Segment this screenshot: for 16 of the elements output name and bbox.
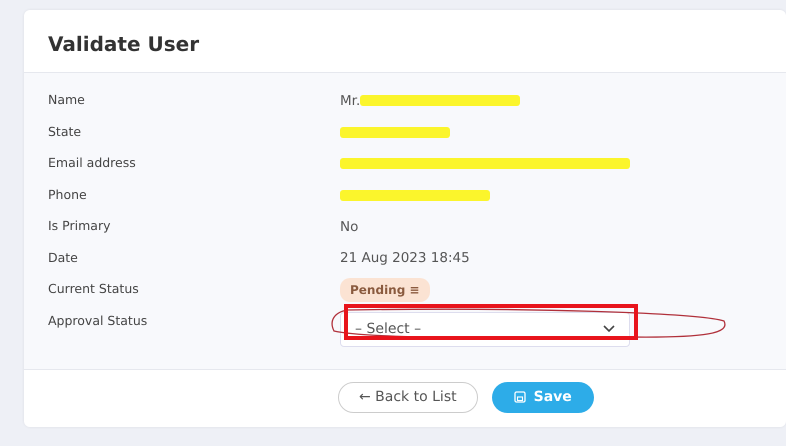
field-label: Approval Status xyxy=(48,312,148,330)
field-label: Is Primary xyxy=(48,217,112,236)
field-label: Current Status xyxy=(48,280,140,298)
field-label: State xyxy=(48,122,82,141)
back-button[interactable]: ← Back to List xyxy=(338,382,478,412)
status-badge: Pending ≡ xyxy=(340,278,430,302)
chevron-icon xyxy=(603,325,615,333)
save-icon xyxy=(514,391,526,403)
field-value: No xyxy=(340,218,358,237)
field-label: Phone xyxy=(48,186,88,204)
field-label: Email address xyxy=(48,154,137,172)
field-value: Mr. xyxy=(340,92,360,111)
field-label: Name xyxy=(48,91,86,110)
field-label: Date xyxy=(48,248,79,267)
card-title: Validate User xyxy=(48,32,200,56)
field-value: 21 Aug 2023 18:45 xyxy=(340,249,470,268)
